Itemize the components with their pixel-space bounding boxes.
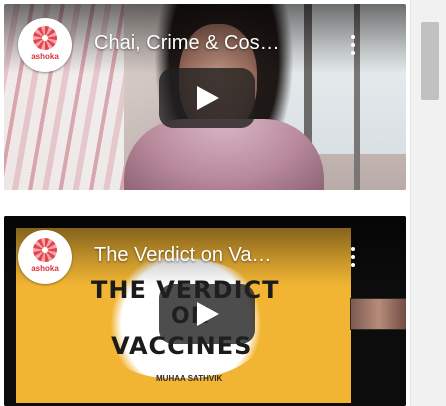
ashoka-logo-icon [33, 26, 57, 50]
menu-dot [351, 43, 355, 47]
video-title[interactable]: Chai, Crime & Cos… [94, 32, 344, 55]
menu-dot [351, 255, 355, 259]
scrollbar[interactable] [410, 0, 446, 406]
more-options-button[interactable] [338, 242, 368, 272]
video-embed[interactable]: THE VERDICT ON VACCINES MUHAA SATHVIK as… [4, 216, 406, 406]
channel-brand: ashoka [31, 52, 59, 61]
thumbnail-person-body [124, 119, 324, 190]
channel-avatar[interactable]: ashoka [18, 18, 72, 72]
video-title[interactable]: The Verdict on Va… [94, 244, 344, 267]
video-embed[interactable]: ashoka Chai, Crime & Cos… [4, 4, 406, 190]
channel-brand: ashoka [31, 264, 59, 273]
channel-avatar[interactable]: ashoka [18, 230, 72, 284]
menu-dot [351, 247, 355, 251]
video-feed: ashoka Chai, Crime & Cos… THE VERDICT ON… [0, 0, 410, 406]
play-button[interactable] [159, 284, 255, 344]
menu-dot [351, 263, 355, 267]
menu-dot [351, 51, 355, 55]
more-options-button[interactable] [338, 30, 368, 60]
ashoka-logo-icon [33, 238, 57, 262]
thumbnail-camera-tile [350, 298, 406, 330]
play-button[interactable] [159, 68, 255, 128]
scrollbar-thumb[interactable] [421, 22, 439, 100]
menu-dot [351, 35, 355, 39]
poster-subtitle: MUHAA SATHVIK [156, 374, 223, 383]
